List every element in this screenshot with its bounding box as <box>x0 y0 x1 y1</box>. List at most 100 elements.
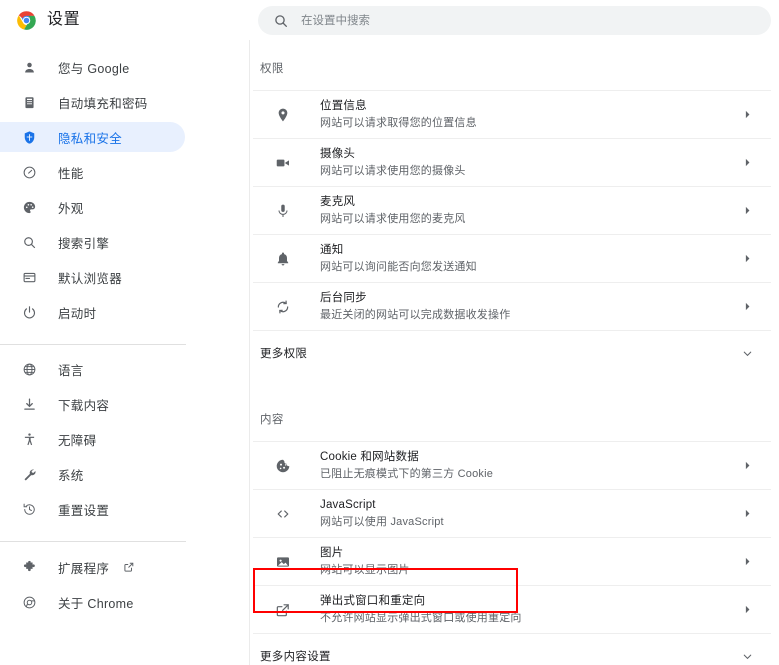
row-text: 图片 网站可以显示图片 <box>320 545 738 578</box>
row-title: 位置信息 <box>320 100 367 112</box>
row-subtitle: 网站可以请求使用您的摄像头 <box>320 165 466 177</box>
sidebar-item-extensions[interactable]: 扩展程序 <box>0 552 185 582</box>
settings-row-javascript[interactable]: JavaScript 网站可以使用 JavaScript <box>253 489 771 537</box>
permissions-card: 权限 位置信息 网站可以请求取得您的位置信息 摄像头 网站可以请求使用您的摄像头… <box>253 40 771 375</box>
sidebar-item-downloads[interactable]: 下载内容 <box>0 389 185 419</box>
settings-row-camera[interactable]: 摄像头 网站可以请求使用您的摄像头 <box>253 138 771 186</box>
sidebar-item-label: 您与 Google <box>58 61 130 76</box>
settings-sidebar: 您与 Google 自动填充和密码 隐私和安全 性能 外观 搜索引擎 默认浏览器… <box>0 40 250 665</box>
sidebar-item-languages[interactable]: 语言 <box>0 354 185 384</box>
row-subtitle: 已阻止无痕模式下的第三方 Cookie <box>320 468 494 480</box>
sidebar-item-search-engine[interactable]: 搜索引擎 <box>0 227 185 257</box>
bell-icon <box>273 249 293 269</box>
sidebar-item-label: 关于 Chrome <box>58 596 134 611</box>
more-permissions-label: 更多权限 <box>260 348 308 360</box>
row-subtitle: 网站可以使用 JavaScript <box>320 516 444 528</box>
sidebar-item-label: 下载内容 <box>58 398 110 413</box>
wrench-icon <box>20 465 38 483</box>
chevron-right-icon[interactable] <box>738 298 756 316</box>
sidebar-group-secondary: 语言 下载内容 无障碍 系统 重置设置 <box>0 345 249 524</box>
row-title: Cookie 和网站数据 <box>320 451 419 463</box>
sidebar-item-label: 自动填充和密码 <box>58 96 148 111</box>
row-text: JavaScript 网站可以使用 JavaScript <box>320 497 738 530</box>
row-title: 后台同步 <box>320 292 367 304</box>
chevron-right-icon[interactable] <box>738 505 756 523</box>
image-icon <box>273 552 293 572</box>
settings-row-background-sync[interactable]: 后台同步 最近关闭的网站可以完成数据收发操作 <box>253 282 771 330</box>
chevron-right-icon[interactable] <box>738 553 756 571</box>
settings-row-cookies[interactable]: Cookie 和网站数据 已阻止无痕模式下的第三方 Cookie <box>253 441 771 489</box>
sidebar-item-system[interactable]: 系统 <box>0 459 185 489</box>
shield-icon <box>20 128 38 146</box>
sidebar-item-about-chrome[interactable]: 关于 Chrome <box>0 587 185 617</box>
card-gap <box>251 375 779 391</box>
row-text: Cookie 和网站数据 已阻止无痕模式下的第三方 Cookie <box>320 449 738 482</box>
sidebar-item-privacy-security[interactable]: 隐私和安全 <box>0 122 185 152</box>
row-subtitle: 网站可以询问能否向您发送通知 <box>320 261 477 273</box>
row-text: 麦克风 网站可以请求使用您的麦克风 <box>320 194 738 227</box>
search-icon <box>20 233 38 251</box>
row-subtitle: 网站可以请求使用您的麦克风 <box>320 213 466 225</box>
sidebar-item-you-and-google[interactable]: 您与 Google <box>0 52 185 82</box>
sidebar-item-on-startup[interactable]: 启动时 <box>0 297 185 327</box>
row-title: 麦克风 <box>320 196 356 208</box>
sidebar-group-footer: 扩展程序 关于 Chrome <box>0 542 249 617</box>
search-input[interactable] <box>301 10 731 31</box>
sidebar-item-appearance[interactable]: 外观 <box>0 192 185 222</box>
chevron-right-icon[interactable] <box>738 106 756 124</box>
row-text: 摄像头 网站可以请求使用您的摄像头 <box>320 146 738 179</box>
content-section-title: 内容 <box>260 414 284 426</box>
more-content-settings-label: 更多内容设置 <box>260 651 331 663</box>
code-icon <box>273 504 293 524</box>
settings-row-location[interactable]: 位置信息 网站可以请求取得您的位置信息 <box>253 90 771 138</box>
row-title: 通知 <box>320 244 344 256</box>
top-bar: 设置 <box>0 0 779 40</box>
chrome-ring-icon <box>20 593 38 611</box>
settings-row-notifications[interactable]: 通知 网站可以询问能否向您发送通知 <box>253 234 771 282</box>
sidebar-item-label: 默认浏览器 <box>58 271 123 286</box>
speedometer-icon <box>20 163 38 181</box>
open-in-new-icon[interactable] <box>123 561 135 573</box>
sidebar-item-autofill[interactable]: 自动填充和密码 <box>0 87 185 117</box>
settings-main-content: 权限 位置信息 网站可以请求取得您的位置信息 摄像头 网站可以请求使用您的摄像头… <box>251 40 779 665</box>
chrome-logo-icon <box>16 10 37 31</box>
chevron-right-icon[interactable] <box>738 457 756 475</box>
row-subtitle: 最近关闭的网站可以完成数据收发操作 <box>320 309 511 321</box>
chevron-right-icon[interactable] <box>738 202 756 220</box>
accessibility-icon <box>20 430 38 448</box>
browser-icon <box>20 268 38 286</box>
row-title: 摄像头 <box>320 148 356 160</box>
settings-search-box[interactable] <box>258 6 771 35</box>
sidebar-item-performance[interactable]: 性能 <box>0 157 185 187</box>
popup-icon <box>273 600 293 620</box>
sidebar-item-label: 重置设置 <box>58 503 110 518</box>
row-subtitle: 网站可以请求取得您的位置信息 <box>320 117 477 129</box>
row-text: 弹出式窗口和重定向 不允许网站显示弹出式窗口或使用重定向 <box>320 593 738 626</box>
sidebar-item-label: 外观 <box>58 201 84 216</box>
search-icon <box>273 13 289 29</box>
person-icon <box>20 58 38 76</box>
sidebar-item-reset-settings[interactable]: 重置设置 <box>0 494 185 524</box>
row-subtitle: 不允许网站显示弹出式窗口或使用重定向 <box>320 612 522 624</box>
settings-row-microphone[interactable]: 麦克风 网站可以请求使用您的麦克风 <box>253 186 771 234</box>
settings-row-images[interactable]: 图片 网站可以显示图片 <box>253 537 771 585</box>
puzzle-icon <box>20 558 38 576</box>
chevron-down-icon[interactable] <box>738 344 756 362</box>
settings-row-popups-redirects[interactable]: 弹出式窗口和重定向 不允许网站显示弹出式窗口或使用重定向 <box>253 585 771 633</box>
clipboard-icon <box>20 93 38 111</box>
more-content-settings-expander[interactable]: 更多内容设置 <box>253 633 771 665</box>
more-permissions-expander[interactable]: 更多权限 <box>253 330 771 375</box>
permissions-section-title: 权限 <box>260 63 284 75</box>
globe-icon <box>20 360 38 378</box>
chevron-right-icon[interactable] <box>738 601 756 619</box>
sidebar-item-default-browser[interactable]: 默认浏览器 <box>0 262 185 292</box>
sync-icon <box>273 297 293 317</box>
sidebar-group-main: 您与 Google 自动填充和密码 隐私和安全 性能 外观 搜索引擎 默认浏览器… <box>0 40 249 327</box>
palette-icon <box>20 198 38 216</box>
sidebar-item-label: 搜索引擎 <box>58 236 110 251</box>
chevron-down-icon[interactable] <box>738 647 756 665</box>
chevron-right-icon[interactable] <box>738 154 756 172</box>
sidebar-item-accessibility[interactable]: 无障碍 <box>0 424 185 454</box>
chevron-right-icon[interactable] <box>738 250 756 268</box>
sidebar-item-label: 启动时 <box>58 306 97 321</box>
